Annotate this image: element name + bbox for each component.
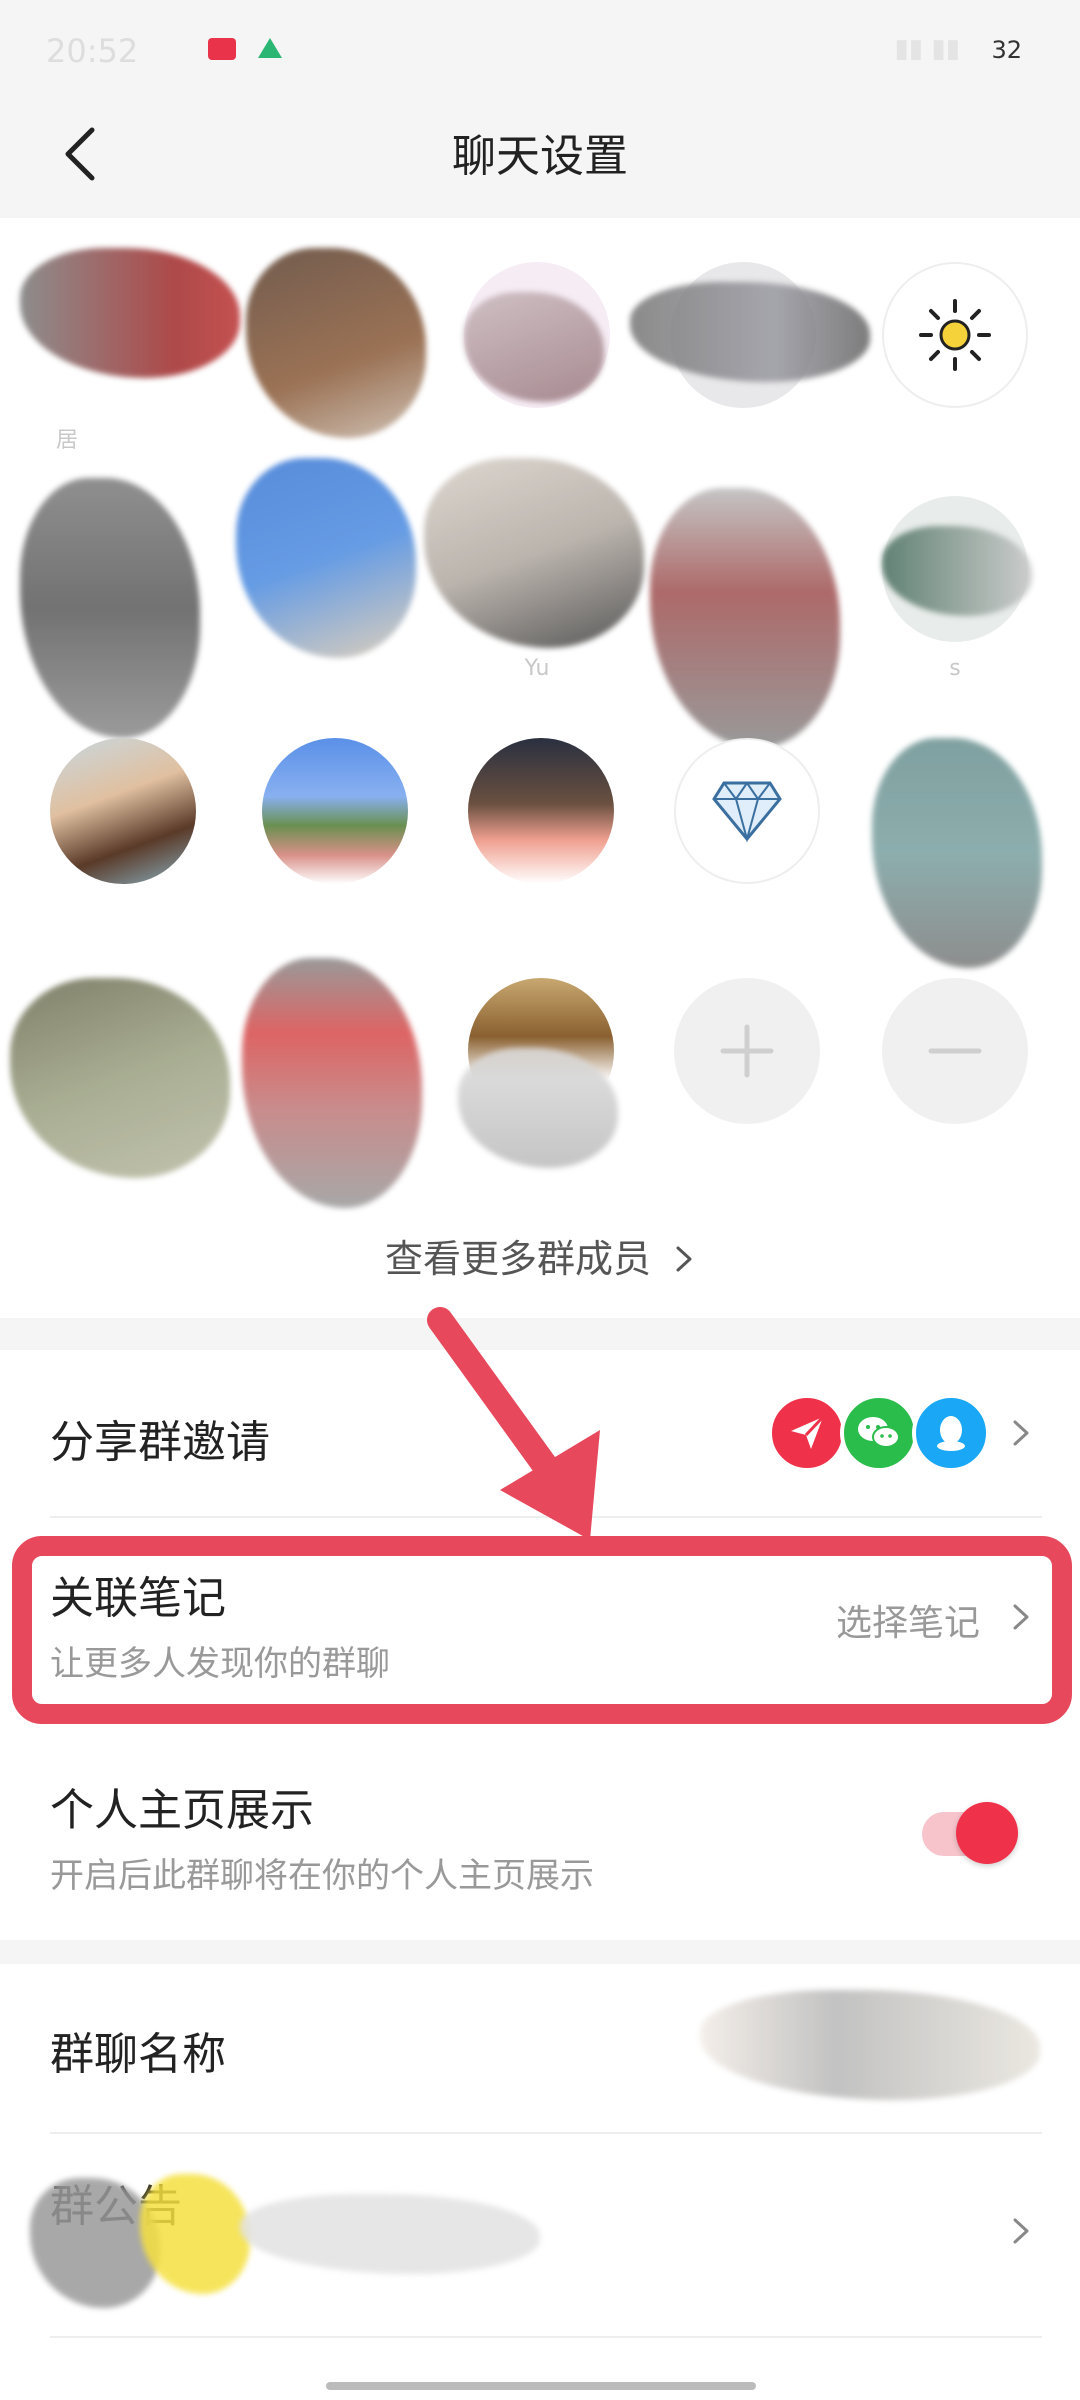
page-title: 聊天设置 (452, 131, 628, 182)
chevron-right-icon (676, 1246, 692, 1272)
toggle-track (922, 1802, 1018, 1864)
status-bar: 20:52 ▮▮ ▮▮ 32 (0, 0, 1080, 90)
share-icons (768, 1394, 990, 1472)
status-time: 20:52 (46, 32, 139, 70)
nav-bar: 聊天设置 (0, 90, 1080, 218)
sun-icon (919, 299, 991, 371)
penguin-icon (937, 1416, 965, 1451)
signal-icon: ▮▮ ▮▮ (894, 34, 961, 64)
member-avatar[interactable] (882, 496, 1032, 642)
member-avatar[interactable] (630, 262, 870, 408)
member-name: 居 (56, 428, 79, 453)
group-name-label: 群聊名称 (50, 2029, 226, 2080)
member-avatar[interactable] (674, 738, 820, 884)
app-notification-icon (258, 38, 282, 58)
highlight-frame (12, 1536, 1072, 1724)
member-avatar[interactable] (650, 488, 840, 748)
group-name-row[interactable]: 群聊名称 (0, 1964, 1080, 2132)
profile-display-row: 个人主页展示 开启后此群聊将在你的个人主页展示 (0, 1750, 1080, 1940)
profile-display-subtitle: 开启后此群聊将在你的个人主页展示 (50, 1856, 594, 1896)
toggle-knob (956, 1802, 1018, 1864)
view-more-members-link[interactable]: 查看更多群成员 (0, 1228, 1080, 1283)
send-icon[interactable] (768, 1394, 846, 1472)
member-name: Yu (524, 656, 550, 681)
settings-section-2: 群聊名称 群公告 (0, 1964, 1080, 2400)
profile-display-title: 个人主页展示 (50, 1785, 314, 1836)
pointer-arrow-icon (427, 1307, 600, 1540)
minus-icon (928, 1048, 982, 1054)
diamond-icon (712, 781, 782, 843)
member-avatar[interactable] (246, 248, 426, 438)
divider (50, 2336, 1042, 2338)
redacted-value (240, 2194, 540, 2274)
member-avatar[interactable] (236, 458, 416, 658)
member-avatar[interactable] (242, 958, 422, 1208)
group-notice-row[interactable]: 群公告 (0, 2134, 1080, 2334)
member-avatar[interactable] (10, 978, 230, 1178)
add-member-button[interactable] (674, 978, 820, 1124)
member-avatar[interactable] (882, 262, 1028, 408)
home-indicator (326, 2382, 756, 2390)
profile-display-toggle[interactable] (880, 1802, 1080, 1864)
plus-icon (720, 1024, 774, 1078)
remove-member-button[interactable] (882, 978, 1028, 1124)
paper-plane-icon (791, 1415, 825, 1449)
member-avatar[interactable] (262, 738, 408, 884)
redacted-value (140, 2174, 250, 2294)
battery-level: 32 (991, 36, 1022, 64)
qq-icon[interactable] (912, 1394, 990, 1472)
chevron-right-icon (1013, 2218, 1029, 2244)
member-avatar[interactable] (468, 738, 614, 884)
app-notification-icon (208, 38, 236, 60)
member-avatar[interactable] (464, 262, 610, 408)
member-avatar[interactable] (872, 738, 1042, 968)
member-grid: 居 Yu s 查看更多群成员 (0, 218, 1080, 1318)
member-avatar[interactable] (20, 248, 240, 394)
wechat-icon[interactable] (840, 1394, 918, 1472)
member-avatar[interactable] (20, 478, 200, 738)
member-name: s (949, 656, 961, 681)
member-avatar[interactable] (50, 738, 196, 884)
share-invite-label: 分享群邀请 (50, 1417, 270, 1468)
wechat-bubbles-icon (858, 1417, 900, 1448)
view-more-members-label: 查看更多群成员 (384, 1237, 651, 1281)
member-avatar[interactable] (458, 978, 618, 1168)
redacted-value (700, 1990, 1040, 2100)
redacted-value (30, 2178, 160, 2308)
member-avatar[interactable] (424, 458, 644, 648)
chevron-right-icon (1013, 1420, 1029, 1446)
